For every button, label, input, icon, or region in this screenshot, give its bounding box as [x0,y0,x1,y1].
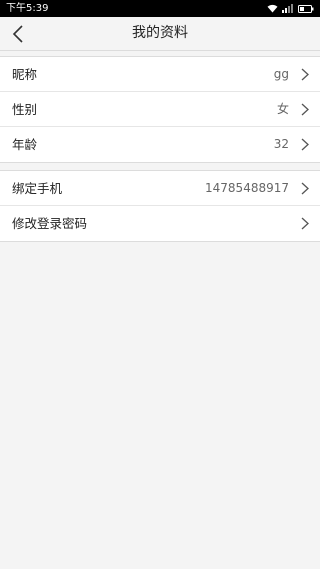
row-label: 年龄 [12,137,38,152]
battery-icon [298,4,314,13]
bind-phone-row[interactable]: 绑定手机 14785488917 [0,171,320,206]
page-title: 我的资料 [132,25,188,41]
row-value: 女 [276,102,289,116]
gender-row[interactable]: 性别 女 [0,92,320,127]
row-label: 修改登录密码 [12,216,88,231]
nickname-row[interactable]: 昵称 gg [0,57,320,92]
chevron-right-icon [301,103,309,116]
profile-group: 昵称 gg 性别 女 年龄 32 [0,56,320,163]
row-label: 性别 [12,102,38,117]
page-header: 我的资料 [0,17,320,51]
chevron-right-icon [301,138,309,151]
age-row[interactable]: 年龄 32 [0,127,320,162]
row-label: 昵称 [12,67,38,82]
wifi-icon [267,4,278,13]
chevron-right-icon [301,182,309,195]
row-value: 32 [273,137,289,151]
chevron-right-icon [301,217,309,230]
account-group: 绑定手机 14785488917 修改登录密码 [0,170,320,242]
change-password-row[interactable]: 修改登录密码 [0,206,320,241]
signal-icon [282,4,293,13]
row-label: 绑定手机 [12,181,63,196]
row-value: gg [273,67,289,81]
status-icons [267,3,314,14]
row-value: 14785488917 [205,181,289,195]
status-time: 下午5:39 [6,3,49,14]
chevron-right-icon [301,68,309,81]
status-bar: 下午5:39 [0,0,320,17]
